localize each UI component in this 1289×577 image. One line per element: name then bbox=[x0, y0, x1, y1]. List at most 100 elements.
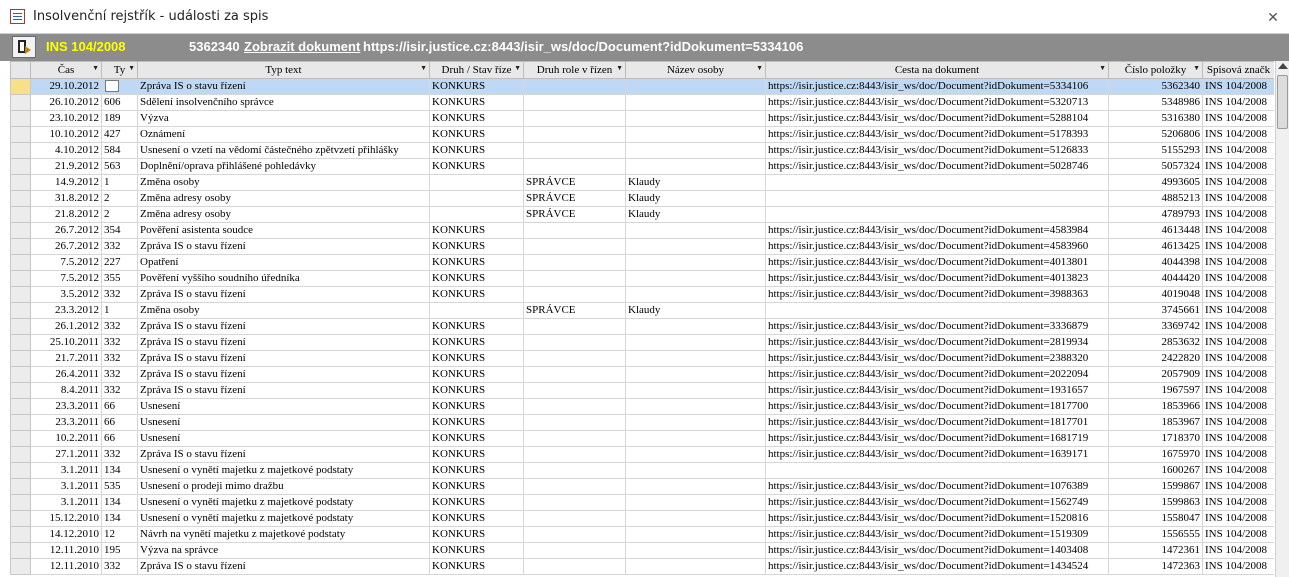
cell-druh-stav[interactable] bbox=[429, 190, 524, 207]
cell-cislo-polozky[interactable]: 4044398 bbox=[1108, 254, 1203, 271]
cell-cislo-polozky[interactable]: 5155293 bbox=[1108, 142, 1203, 159]
cell-nazev-osoby[interactable] bbox=[625, 478, 766, 495]
cell-cislo-polozky[interactable]: 5206806 bbox=[1108, 126, 1203, 143]
cell-typ-text[interactable]: Opatření bbox=[137, 254, 430, 271]
cell-cas[interactable]: 4.10.2012 bbox=[30, 142, 102, 159]
cell-druh-stav[interactable]: KONKURS bbox=[429, 222, 524, 239]
cell-typ[interactable]: 2 bbox=[101, 190, 138, 207]
date-picker-icon[interactable] bbox=[105, 80, 119, 93]
cell-typ-text[interactable]: Zpráva IS o stavu řízení bbox=[137, 446, 430, 463]
cell-cas[interactable]: 12.11.2010 bbox=[30, 558, 102, 575]
cell-typ[interactable]: 134 bbox=[101, 510, 138, 527]
filter-dropdown-icon[interactable]: ▼ bbox=[128, 64, 135, 72]
cell-druh-role[interactable]: SPRÁVCE bbox=[523, 174, 626, 191]
cell-druh-role[interactable]: SPRÁVCE bbox=[523, 206, 626, 223]
cell-typ-text[interactable]: Zpráva IS o stavu řízení bbox=[137, 382, 430, 399]
cell-druh-role[interactable] bbox=[523, 558, 626, 575]
cell-cas[interactable]: 10.10.2012 bbox=[30, 126, 102, 143]
table-row[interactable]: 26.1.2012 332 Zpráva IS o stavu řízení KONK… bbox=[10, 318, 1274, 335]
cell-typ[interactable]: 355 bbox=[101, 270, 138, 287]
filter-dropdown-icon[interactable]: ▼ bbox=[92, 64, 99, 72]
cell-cislo-polozky[interactable]: 2422820 bbox=[1108, 350, 1203, 367]
cell-typ[interactable]: 354 bbox=[101, 222, 138, 239]
table-row[interactable]: 26.7.2012 332 Zpráva IS o stavu řízení KONK… bbox=[10, 238, 1274, 255]
cell-typ-text[interactable]: Zpráva IS o stavu řízení bbox=[137, 238, 430, 255]
cell-druh-role[interactable] bbox=[523, 478, 626, 495]
cell-cesta[interactable]: https://isir.justice.cz:8443/isir_ws/doc… bbox=[765, 254, 1109, 271]
cell-typ-text[interactable]: Změna osoby bbox=[137, 174, 430, 191]
cell-druh-stav[interactable]: KONKURS bbox=[429, 366, 524, 383]
cell-typ-text[interactable]: Změna adresy osoby bbox=[137, 206, 430, 223]
cell-typ[interactable]: 427 bbox=[101, 126, 138, 143]
scroll-up-icon[interactable] bbox=[1278, 63, 1288, 69]
cell-typ[interactable]: 189 bbox=[101, 110, 138, 127]
record-selector[interactable] bbox=[10, 94, 31, 111]
cell-typ[interactable]: 332 bbox=[101, 318, 138, 335]
cell-spisova-znacka[interactable]: INS 104/2008 bbox=[1202, 366, 1274, 383]
cell-druh-role[interactable] bbox=[523, 542, 626, 559]
record-selector[interactable] bbox=[10, 238, 31, 255]
table-row[interactable]: 26.7.2012 354 Pověření asistenta soudce KON… bbox=[10, 222, 1274, 239]
cell-druh-role[interactable] bbox=[523, 270, 626, 287]
cell-typ[interactable]: 1 bbox=[101, 174, 138, 191]
cell-spisova-znacka[interactable]: INS 104/2008 bbox=[1202, 510, 1274, 527]
cell-cesta[interactable]: https://isir.justice.cz:8443/isir_ws/doc… bbox=[765, 430, 1109, 447]
cell-typ-text[interactable]: Zpráva IS o stavu řízení bbox=[137, 78, 430, 95]
cell-cas[interactable]: 3.5.2012 bbox=[30, 286, 102, 303]
cell-cesta[interactable]: https://isir.justice.cz:8443/isir_ws/doc… bbox=[765, 414, 1109, 431]
cell-cas[interactable]: 31.8.2012 bbox=[30, 190, 102, 207]
show-document-link[interactable]: Zobrazit dokument bbox=[244, 39, 360, 54]
cell-cislo-polozky[interactable]: 1556555 bbox=[1108, 526, 1203, 543]
cell-cas[interactable]: 26.4.2011 bbox=[30, 366, 102, 383]
cell-druh-stav[interactable]: KONKURS bbox=[429, 478, 524, 495]
record-selector[interactable] bbox=[10, 78, 31, 95]
cell-druh-stav[interactable]: KONKURS bbox=[429, 510, 524, 527]
cell-druh-stav[interactable]: KONKURS bbox=[429, 318, 524, 335]
column-header-cas[interactable]: Čas ▼ bbox=[30, 61, 102, 79]
cell-typ-text[interactable]: Zpráva IS o stavu řízení bbox=[137, 318, 430, 335]
column-header-spisova-znacka[interactable]: Spisová značk bbox=[1202, 61, 1274, 79]
cell-nazev-osoby[interactable] bbox=[625, 142, 766, 159]
cell-nazev-osoby[interactable] bbox=[625, 414, 766, 431]
cell-druh-stav[interactable]: KONKURS bbox=[429, 334, 524, 351]
cell-cas[interactable]: 7.5.2012 bbox=[30, 254, 102, 271]
cell-spisova-znacka[interactable]: INS 104/2008 bbox=[1202, 142, 1274, 159]
cell-typ[interactable]: 1 bbox=[101, 302, 138, 319]
cell-cas[interactable]: 10.2.2011 bbox=[30, 430, 102, 447]
cell-druh-role[interactable] bbox=[523, 222, 626, 239]
cell-druh-stav[interactable]: KONKURS bbox=[429, 526, 524, 543]
table-row[interactable]: 25.10.2011 332 Zpráva IS o stavu řízení KON… bbox=[10, 334, 1274, 351]
cell-nazev-osoby[interactable] bbox=[625, 558, 766, 575]
cell-spisova-znacka[interactable]: INS 104/2008 bbox=[1202, 190, 1274, 207]
cell-nazev-osoby[interactable] bbox=[625, 222, 766, 239]
cell-nazev-osoby[interactable] bbox=[625, 158, 766, 175]
cell-druh-role[interactable] bbox=[523, 158, 626, 175]
cell-nazev-osoby[interactable] bbox=[625, 366, 766, 383]
table-row[interactable]: 3.5.2012 332 Zpráva IS o stavu řízení KONKU… bbox=[10, 286, 1274, 303]
cell-typ-text[interactable]: Změna osoby bbox=[137, 302, 430, 319]
cell-cas[interactable]: 3.1.2011 bbox=[30, 494, 102, 511]
cell-cesta[interactable] bbox=[765, 206, 1109, 223]
record-selector[interactable] bbox=[10, 222, 31, 239]
cell-cislo-polozky[interactable]: 2057909 bbox=[1108, 366, 1203, 383]
cell-spisova-znacka[interactable]: INS 104/2008 bbox=[1202, 302, 1274, 319]
cell-cesta[interactable]: https://isir.justice.cz:8443/isir_ws/doc… bbox=[765, 542, 1109, 559]
cell-spisova-znacka[interactable]: INS 104/2008 bbox=[1202, 158, 1274, 175]
cell-spisova-znacka[interactable]: INS 104/2008 bbox=[1202, 94, 1274, 111]
cell-spisova-znacka[interactable]: INS 104/2008 bbox=[1202, 334, 1274, 351]
cell-cesta[interactable]: https://isir.justice.cz:8443/isir_ws/doc… bbox=[765, 142, 1109, 159]
cell-nazev-osoby[interactable]: Klaudy bbox=[625, 190, 766, 207]
cell-spisova-znacka[interactable]: INS 104/2008 bbox=[1202, 382, 1274, 399]
record-selector[interactable] bbox=[10, 382, 31, 399]
cell-typ-text[interactable]: Usnesení o vynětí majetku z majetkové po… bbox=[137, 494, 430, 511]
table-row[interactable]: 21.9.2012 563 Doplnění/oprava přihlášené p… bbox=[10, 158, 1274, 175]
cell-nazev-osoby[interactable] bbox=[625, 542, 766, 559]
filter-dropdown-icon[interactable]: ▼ bbox=[1193, 64, 1200, 72]
cell-typ[interactable]: 195 bbox=[101, 542, 138, 559]
cell-druh-role[interactable] bbox=[523, 78, 626, 95]
cell-druh-stav[interactable]: KONKURS bbox=[429, 350, 524, 367]
cell-spisova-znacka[interactable]: INS 104/2008 bbox=[1202, 462, 1274, 479]
cell-cas[interactable]: 26.1.2012 bbox=[30, 318, 102, 335]
cell-spisova-znacka[interactable]: INS 104/2008 bbox=[1202, 222, 1274, 239]
record-selector[interactable] bbox=[10, 174, 31, 191]
